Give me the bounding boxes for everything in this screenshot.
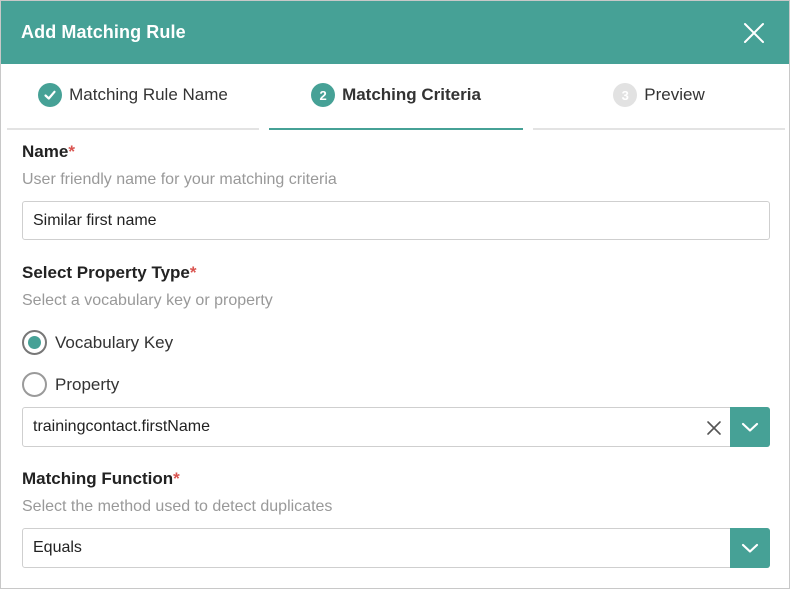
matching-function-label-text: Matching Function (22, 469, 174, 488)
radio-label: Property (55, 374, 120, 394)
step-underline (533, 128, 785, 130)
dialog-header: Add Matching Rule (1, 1, 789, 64)
vocabulary-key-select[interactable]: trainingcontact.firstName (22, 407, 770, 447)
matching-function-select[interactable]: Equals (22, 528, 770, 568)
name-input[interactable]: Similar first name (22, 201, 770, 240)
matching-function-label: Matching Function* (22, 469, 180, 489)
wizard-steps: Matching Rule Name 2 Matching Criteria 3… (7, 64, 785, 130)
matching-function-value: Equals (33, 539, 82, 556)
add-matching-rule-dialog: Add Matching Rule Matching Rule Name 2 M… (0, 0, 790, 589)
step-label: Matching Rule Name (69, 85, 228, 104)
dropdown-toggle-button[interactable] (730, 407, 770, 447)
check-icon (38, 83, 63, 107)
required-mark: * (189, 263, 197, 282)
step-matching-rule-name[interactable]: Matching Rule Name (7, 64, 259, 130)
matching-function-help-text: Select the method used to detect duplica… (22, 498, 333, 515)
step-label: Matching Criteria (342, 85, 481, 104)
property-type-label-text: Select Property Type (22, 263, 190, 282)
radio-unchecked-icon[interactable] (22, 372, 47, 397)
radio-checked-icon[interactable] (22, 330, 47, 355)
step-underline (269, 128, 523, 130)
clear-icon[interactable] (706, 420, 722, 436)
chevron-down-icon (741, 543, 759, 553)
property-type-label: Select Property Type* (22, 263, 196, 283)
required-mark: * (173, 469, 180, 488)
radio-property[interactable]: Property (22, 372, 119, 397)
step-underline (7, 128, 259, 130)
vocabulary-key-value: trainingcontact.firstName (33, 418, 210, 435)
name-help-text: User friendly name for your matching cri… (22, 171, 337, 188)
radio-vocabulary-key[interactable]: Vocabulary Key (22, 330, 173, 355)
chevron-down-icon (741, 422, 759, 432)
dropdown-toggle-button[interactable] (730, 528, 770, 568)
name-input-value: Similar first name (33, 211, 157, 229)
name-label-text: Name (22, 142, 69, 161)
radio-label: Vocabulary Key (55, 332, 174, 352)
step-preview[interactable]: 3 Preview (533, 64, 785, 130)
required-mark: * (68, 142, 75, 161)
close-icon (744, 23, 764, 43)
property-type-help-text: Select a vocabulary key or property (22, 292, 273, 309)
step-matching-criteria[interactable]: 2 Matching Criteria (269, 64, 523, 130)
close-button[interactable] (742, 21, 766, 45)
step-number-badge: 2 (311, 83, 336, 107)
name-label: Name* (22, 142, 75, 162)
step-label: Preview (644, 85, 705, 104)
step-number-badge: 3 (613, 83, 638, 107)
dialog-title: Add Matching Rule (21, 22, 186, 42)
